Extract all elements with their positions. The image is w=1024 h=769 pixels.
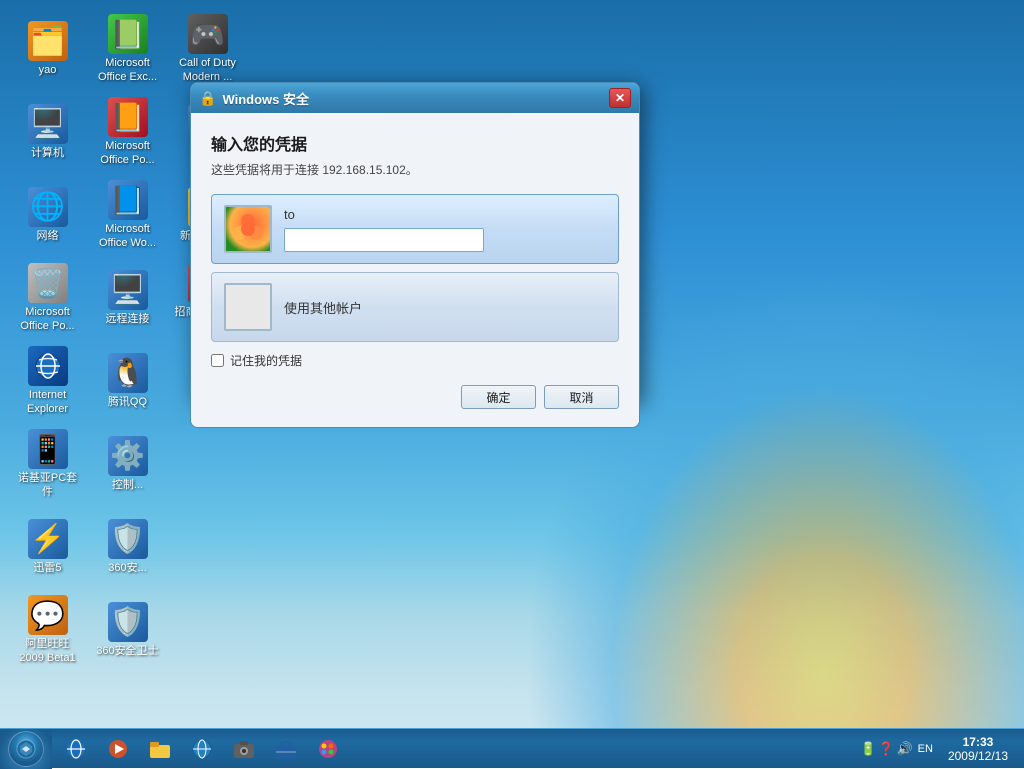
desktop-icon-recycle[interactable]: 🗑️ Microsoft Office Po... (10, 259, 85, 337)
systray-volume-icon: 🔊 (896, 741, 912, 757)
powerpoint-label: Microsoft Office Po... (94, 140, 161, 166)
360-label: 360安... (108, 562, 147, 575)
username-text: to (284, 207, 295, 222)
computer-icon: 🖥️ (28, 104, 68, 144)
desktop-icon-ie[interactable]: Internet Explorer (10, 342, 85, 420)
desktop-icon-360safe[interactable]: 🛡️ 360安全卫士 (90, 591, 165, 669)
desktop-icon-kaspersky[interactable]: 📱 诺基亚PC套件 (10, 425, 85, 503)
credential-option-other[interactable]: 使用其他帐户 (211, 272, 619, 342)
credential-fields: to (284, 207, 606, 252)
taskbar-paint-icon[interactable] (308, 731, 348, 767)
taskbar-briefcase-icon[interactable] (266, 731, 306, 767)
ie-label: Internet Explorer (14, 389, 81, 415)
kaspersky-label: 诺基亚PC套件 (14, 472, 81, 498)
cod-label: Call of Duty Modern ... (174, 57, 241, 83)
taskbar-systray: 🔋 ❓ 🔊 EN (860, 741, 936, 757)
desktop-icon-xunlei[interactable]: ⚡ 迅雷5 (10, 508, 85, 586)
password-input[interactable] (284, 228, 484, 252)
kaspersky-icon: 📱 (28, 429, 68, 469)
dialog-title-text: Windows 安全 (222, 89, 603, 108)
username-row: to (284, 207, 606, 222)
dialog-container: 🔒 Windows 安全 ✕ 输入您的凭据 这些凭据将用于连接 192.168.… (190, 82, 640, 402)
systray-battery-icon: 🔋 (860, 741, 876, 757)
360-icon: 🛡️ (108, 519, 148, 559)
desktop-icon-cod[interactable]: 🎮 Call of Duty Modern ... (170, 10, 245, 88)
xunlei-icon: ⚡ (28, 519, 68, 559)
qq-label: 腾讯QQ (108, 396, 147, 409)
dialog-subtext: 这些凭据将用于连接 192.168.15.102。 (211, 161, 619, 178)
remember-checkbox[interactable] (211, 354, 224, 367)
xunlei-label: 迅雷5 (33, 562, 61, 575)
qq-icon: 🐧 (108, 353, 148, 393)
cancel-button[interactable]: 取消 (544, 385, 619, 409)
systray-network-icon: ❓ (878, 741, 894, 757)
desktop-icon-powerpoint[interactable]: 📙 Microsoft Office Po... (90, 93, 165, 171)
taskbar-ie-icon[interactable] (56, 731, 96, 767)
desktop-icon-qq[interactable]: 🐧 腾讯QQ (90, 342, 165, 420)
remember-checkbox-row: 记住我的凭据 (211, 352, 619, 369)
remote-label: 远程连接 (106, 313, 150, 326)
word-label: Microsoft Office Wo... (94, 223, 161, 249)
network-label: 网络 (37, 230, 59, 243)
taskbar-clock[interactable]: 17:33 2009/12/13 (940, 729, 1016, 768)
start-button[interactable] (0, 729, 52, 769)
taskbar-time: 17:33 (963, 735, 994, 749)
360safe-label: 360安全卫士 (96, 645, 158, 658)
desktop-icon-computer[interactable]: 🖥️ 计算机 (10, 93, 85, 171)
dialog-titlebar[interactable]: 🔒 Windows 安全 ✕ (191, 83, 639, 113)
dialog-buttons: 确定 取消 (211, 385, 619, 409)
recycle-label: Microsoft Office Po... (14, 306, 81, 332)
aliwangwang-label: 阿里旺旺 2009 Beta1 (14, 638, 81, 664)
user-avatar-flower (226, 207, 270, 251)
taskbar-quicklaunch (52, 729, 352, 768)
windows-security-dialog: 🔒 Windows 安全 ✕ 输入您的凭据 这些凭据将用于连接 192.168.… (190, 82, 640, 428)
ok-button[interactable]: 确定 (461, 385, 536, 409)
network-icon: 🌐 (28, 187, 68, 227)
powerpoint-icon: 📙 (108, 97, 148, 137)
ie-icon (28, 346, 68, 386)
360safe-icon: 🛡️ (108, 602, 148, 642)
desktop-icon-remote[interactable]: 🖥️ 远程连接 (90, 259, 165, 337)
excel-icon: 📗 (108, 14, 148, 54)
taskbar-right: 🔋 ❓ 🔊 EN 17:33 2009/12/13 (860, 729, 1024, 768)
desktop-icon-aliwangwang[interactable]: 💬 阿里旺旺 2009 Beta1 (10, 591, 85, 669)
desktop-icon-360[interactable]: 🛡️ 360安... (90, 508, 165, 586)
taskbar-globe-icon[interactable] (182, 731, 222, 767)
taskbar-camera-icon[interactable] (224, 731, 264, 767)
control-icon: ⚙️ (108, 436, 148, 476)
user-avatar-box (224, 205, 272, 253)
yao-icon: 🗂️ (28, 21, 68, 61)
remote-icon: 🖥️ (108, 270, 148, 310)
taskbar-play-icon[interactable] (98, 731, 138, 767)
taskbar-date: 2009/12/13 (948, 749, 1008, 763)
aliwangwang-icon: 💬 (28, 595, 68, 635)
systray-lang-icon: EN (915, 743, 936, 755)
dialog-title-icon: 🔒 (199, 90, 216, 107)
desktop-icon-word[interactable]: 📘 Microsoft Office Wo... (90, 176, 165, 254)
taskbar-folder-icon[interactable] (140, 731, 180, 767)
dialog-close-button[interactable]: ✕ (609, 88, 631, 108)
desktop-icon-excel[interactable]: 📗 Microsoft Office Exc... (90, 10, 165, 88)
other-avatar-box (224, 283, 272, 331)
other-account-label: 使用其他帐户 (284, 298, 362, 317)
control-label: 控制... (112, 479, 143, 492)
other-avatar-blank (226, 285, 270, 329)
desktop-icon-yao[interactable]: 🗂️ yao (10, 10, 85, 88)
dialog-heading: 输入您的凭据 (211, 131, 619, 155)
desktop: 🗂️ yao 🖥️ 计算机 🌐 网络 🗑️ Microsoft Office P… (0, 0, 1024, 768)
credential-option-primary[interactable]: to (211, 194, 619, 264)
desktop-icon-control[interactable]: ⚙️ 控制... (90, 425, 165, 503)
recycle-icon: 🗑️ (28, 263, 68, 303)
dialog-body: 输入您的凭据 这些凭据将用于连接 192.168.15.102。 (191, 113, 639, 427)
taskbar: 🔋 ❓ 🔊 EN 17:33 2009/12/13 (0, 728, 1024, 768)
start-orb (8, 731, 44, 767)
cod-icon: 🎮 (188, 14, 228, 54)
excel-label: Microsoft Office Exc... (94, 57, 161, 83)
desktop-icon-network[interactable]: 🌐 网络 (10, 176, 85, 254)
yao-label: yao (39, 64, 57, 77)
computer-label: 计算机 (31, 147, 64, 160)
remember-label: 记住我的凭据 (230, 352, 302, 369)
word-icon: 📘 (108, 180, 148, 220)
